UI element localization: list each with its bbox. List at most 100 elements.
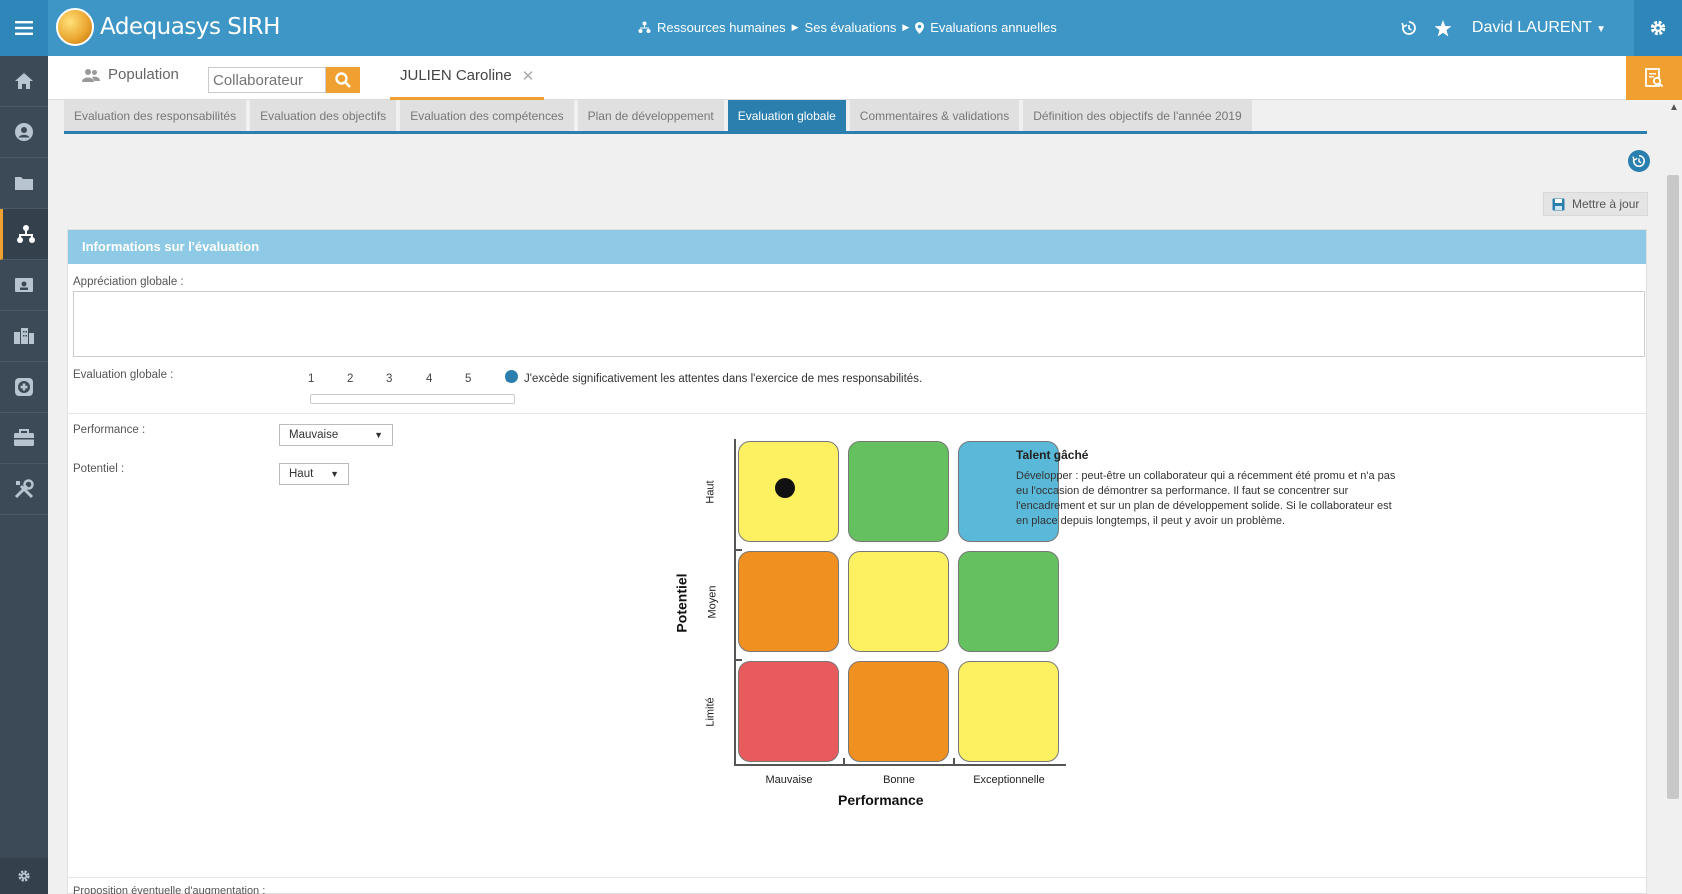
user-icon[interactable] (0, 107, 48, 158)
user-menu[interactable]: David LAURENT ▼ (1472, 19, 1606, 37)
y-axis-tick (734, 659, 742, 661)
tab-plan-developpement[interactable]: Plan de développement (577, 100, 724, 131)
caret-right-icon: ▶ (902, 22, 910, 32)
org-chart-icon (638, 21, 651, 33)
history-icon[interactable] (1628, 150, 1650, 172)
performance-label: Performance : (73, 424, 146, 436)
tab-competences[interactable]: Evaluation des compétences (400, 100, 574, 131)
org-chart-icon[interactable] (0, 209, 48, 260)
slider-handle[interactable] (505, 370, 518, 383)
x-axis (734, 764, 1066, 766)
scale-tick: 3 (386, 373, 393, 385)
scale-tick: 4 (426, 373, 433, 385)
y-tick-label: Haut (704, 480, 717, 504)
nine-box-matrix: Haut Moyen Limité Mauvaise Bonne Excepti… (668, 435, 1068, 815)
history-icon[interactable] (1392, 0, 1426, 56)
id-card-icon[interactable] (0, 260, 48, 311)
population-button[interactable]: Population (82, 66, 179, 83)
evaluation-info-panel: Informations sur l'évaluation Appréciati… (67, 229, 1647, 894)
app-logo[interactable]: Adequasys SIRH (56, 8, 280, 46)
tab-objectifs[interactable]: Evaluation des objectifs (250, 100, 397, 131)
talent-description-block: Talent gâché Développer : peut-être un c… (1016, 448, 1396, 529)
eval-description: J'excède significativement les attentes … (524, 373, 923, 385)
breadcrumb-item-annuelles: Evaluations annuelles (930, 20, 1057, 35)
breadcrumb-item-rh[interactable]: Ressources humaines (657, 20, 786, 35)
matrix-cell-moyen-bonne (848, 551, 949, 652)
scroll-thumb[interactable] (1667, 175, 1679, 799)
eval-globale-label: Evaluation globale : (73, 369, 174, 381)
menu-icon[interactable] (0, 0, 48, 56)
page-scrollbar[interactable]: ▲ (1664, 100, 1682, 894)
talent-description: Développer : peut-être un collaborateur … (1016, 470, 1396, 527)
tab-evaluation-globale[interactable]: Evaluation globale (727, 100, 846, 131)
y-axis (734, 439, 736, 766)
evaluation-tabs: Evaluation des responsabilités Evaluatio… (64, 100, 1647, 134)
top-bar: Adequasys SIRH Ressources humaines ▶ Ses… (0, 0, 1682, 56)
tab-commentaires[interactable]: Commentaires & validations (849, 100, 1020, 131)
settings-icon[interactable] (0, 858, 48, 894)
x-tick-label: Mauvaise (765, 774, 813, 786)
employee-tab[interactable]: JULIEN Caroline ✕ (390, 56, 545, 100)
matrix-cell-limite-exceptionnelle (958, 661, 1059, 762)
y-axis-tick (734, 549, 742, 551)
divider (68, 413, 1646, 414)
report-search-icon[interactable] (1626, 56, 1682, 100)
y-tick-label: Limité (704, 697, 717, 727)
update-button[interactable]: Mettre à jour (1543, 192, 1649, 216)
x-tick-label: Exceptionnelle (973, 774, 1045, 786)
scale-tick: 1 (308, 373, 315, 385)
talent-title: Talent gâché (1016, 448, 1089, 462)
folder-icon[interactable] (0, 158, 48, 209)
search-button[interactable] (326, 67, 360, 93)
tab-responsabilites[interactable]: Evaluation des responsabilités (64, 100, 247, 131)
app-title: Adequasys SIRH (100, 14, 280, 40)
matrix-cell-limite-bonne (848, 661, 949, 762)
medical-icon[interactable] (0, 362, 48, 413)
logo-icon (56, 8, 94, 46)
user-name: David LAURENT (1471, 19, 1592, 36)
x-axis-tick (843, 758, 845, 766)
divider (68, 877, 1646, 878)
close-icon[interactable]: ✕ (522, 67, 535, 85)
star-icon[interactable] (1426, 0, 1460, 56)
caret-down-icon: ▼ (1596, 24, 1606, 35)
augmentation-label: Proposition éventuelle d'augmentation : (73, 885, 266, 894)
scale-tick: 2 (347, 373, 354, 385)
slider-track[interactable] (310, 394, 515, 404)
x-tick-label: Bonne (883, 774, 915, 786)
population-label: Population (108, 66, 179, 83)
potentiel-label: Potentiel : (73, 463, 125, 475)
x-axis-tick (953, 758, 955, 766)
scale-tick: 5 (465, 373, 472, 385)
building-icon[interactable] (0, 311, 48, 362)
breadcrumb: Ressources humaines ▶ Ses évaluations ▶ … (638, 20, 1057, 35)
performance-select[interactable]: Mauvaise ▼ (279, 424, 393, 446)
search-icon (335, 72, 351, 88)
matrix-cell-moyen-mauvaise (738, 551, 839, 652)
caret-down-icon: ▼ (330, 469, 339, 479)
gear-icon[interactable] (1634, 0, 1682, 56)
save-icon (1552, 198, 1565, 210)
sub-header: Population JULIEN Caroline ✕ (48, 56, 1682, 100)
briefcase-icon[interactable] (0, 413, 48, 464)
x-axis-title: Performance (838, 792, 924, 808)
scroll-up-icon[interactable]: ▲ (1669, 102, 1679, 113)
breadcrumb-item-evaluations[interactable]: Ses évaluations (805, 20, 897, 35)
collaborator-search-input[interactable] (208, 67, 326, 93)
caret-right-icon: ▶ (791, 22, 799, 32)
tab-objectifs-2019[interactable]: Définition des objectifs de l'année 2019 (1023, 100, 1252, 131)
y-tick-label: Moyen (706, 585, 719, 619)
sidebar (0, 56, 48, 894)
potentiel-select[interactable]: Haut ▼ (279, 463, 349, 485)
matrix-cell-limite-mauvaise (738, 661, 839, 762)
home-icon[interactable] (0, 56, 48, 107)
users-icon (82, 68, 100, 82)
potentiel-value: Haut (289, 468, 314, 480)
appreciation-textarea[interactable] (73, 291, 1645, 357)
tools-icon[interactable] (0, 464, 48, 515)
appreciation-label: Appréciation globale : (73, 276, 184, 288)
eval-globale-slider[interactable]: 1 2 3 4 5 6 (308, 370, 518, 406)
panel-title: Informations sur l'évaluation (68, 230, 1646, 264)
employee-name: JULIEN Caroline (400, 67, 512, 84)
caret-down-icon: ▼ (374, 430, 383, 440)
